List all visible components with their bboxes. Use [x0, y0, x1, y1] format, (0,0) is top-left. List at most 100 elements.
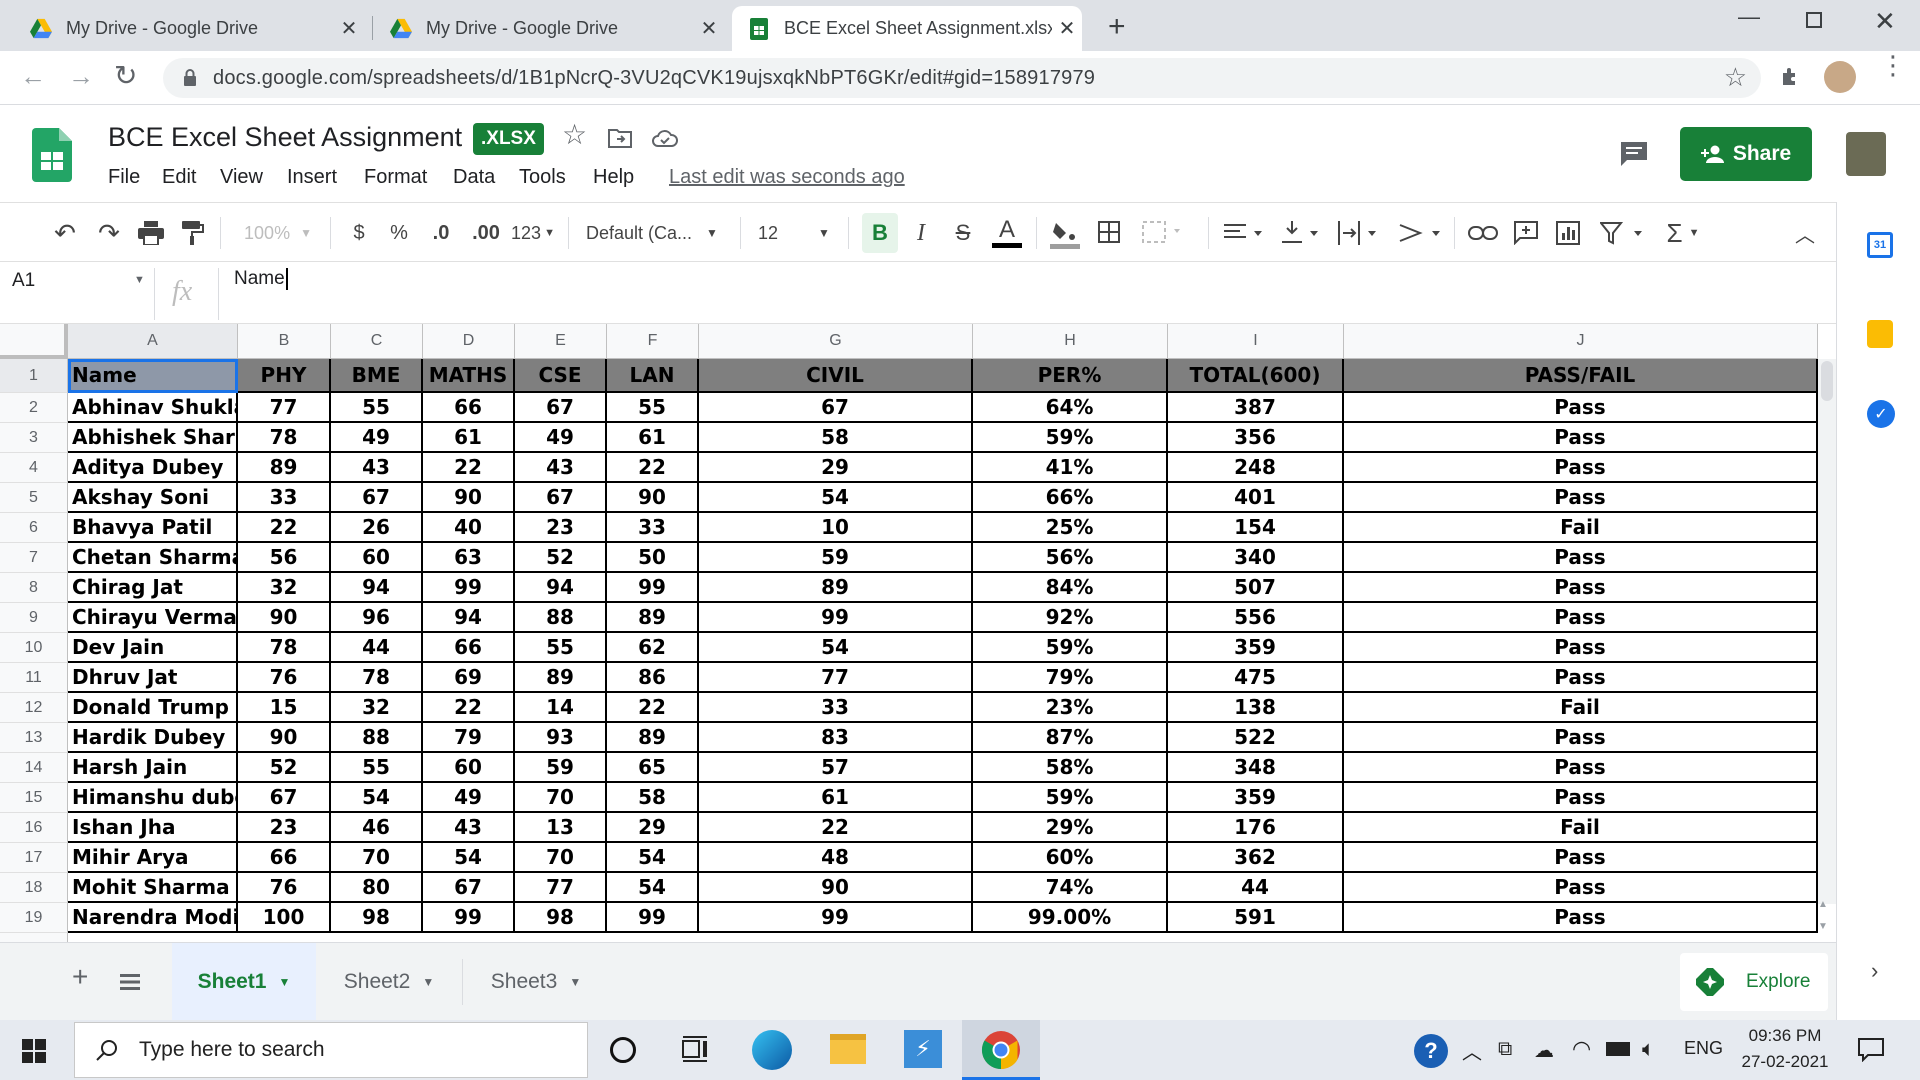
column-header-a[interactable]: A	[68, 324, 238, 359]
column-header-h[interactable]: H	[973, 324, 1168, 359]
table-cell[interactable]: 29	[699, 453, 973, 483]
zoom-select[interactable]: 100% ▼	[238, 203, 318, 263]
table-cell[interactable]: Pass	[1344, 903, 1818, 933]
table-cell[interactable]: 48	[699, 843, 973, 873]
chevron-down-icon[interactable]: ▼	[569, 975, 581, 989]
table-cell[interactable]: Fail	[1344, 693, 1818, 723]
table-cell[interactable]: 43	[331, 453, 423, 483]
table-cell[interactable]: 138	[1168, 693, 1344, 723]
close-icon[interactable]: ✕	[334, 16, 364, 41]
header-cell[interactable]: Name	[68, 359, 238, 393]
table-cell[interactable]: 55	[515, 633, 607, 663]
new-tab-icon[interactable]: +	[1108, 10, 1126, 44]
browser-tab-drive-2[interactable]: My Drive - Google Drive ✕	[374, 6, 724, 51]
insert-link-icon[interactable]	[1468, 225, 1498, 241]
redo-icon[interactable]: ↷	[92, 203, 126, 263]
table-cell[interactable]: 66	[238, 843, 331, 873]
table-cell[interactable]: 50	[607, 543, 699, 573]
cortana-icon[interactable]	[610, 1037, 636, 1063]
table-cell[interactable]: 66	[423, 393, 515, 423]
add-sheet-icon[interactable]: +	[72, 961, 88, 993]
table-cell[interactable]: 56%	[973, 543, 1168, 573]
table-cell[interactable]: 54	[699, 483, 973, 513]
taskbar-search[interactable]: Type here to search	[74, 1022, 588, 1078]
insert-comment-icon[interactable]	[1514, 221, 1538, 245]
app-icon[interactable]: ⚡	[904, 1030, 942, 1068]
all-sheets-icon[interactable]	[120, 973, 140, 991]
table-cell[interactable]: Narendra Modi	[68, 903, 238, 933]
table-cell[interactable]: 49	[515, 423, 607, 453]
chevron-up-icon[interactable]: ︿	[1462, 1036, 1482, 1065]
table-cell[interactable]: 23	[238, 813, 331, 843]
table-cell[interactable]: 65	[607, 753, 699, 783]
table-cell[interactable]: 362	[1168, 843, 1344, 873]
table-cell[interactable]: 62	[607, 633, 699, 663]
reload-icon[interactable]: ↻	[114, 59, 137, 92]
table-cell[interactable]: 43	[515, 453, 607, 483]
table-cell[interactable]: 55	[331, 753, 423, 783]
vertical-scroll-thumb[interactable]	[1821, 361, 1833, 401]
table-cell[interactable]: 33	[699, 693, 973, 723]
table-cell[interactable]: 41%	[973, 453, 1168, 483]
column-header-f[interactable]: F	[607, 324, 699, 359]
row-header[interactable]: 13	[0, 723, 68, 753]
merge-cells-icon[interactable]	[1142, 221, 1182, 243]
meet-now-icon[interactable]: ⧉	[1498, 1038, 1512, 1061]
table-cell[interactable]: 83	[699, 723, 973, 753]
row-header[interactable]	[0, 933, 68, 942]
table-cell[interactable]: 80	[331, 873, 423, 903]
currency-button[interactable]: $	[344, 203, 374, 263]
chevron-right-icon[interactable]: ›	[1871, 958, 1878, 984]
table-cell[interactable]: 33	[238, 483, 331, 513]
fill-color-icon[interactable]	[1050, 219, 1080, 249]
table-cell[interactable]: 10	[699, 513, 973, 543]
table-cell[interactable]: 55	[331, 393, 423, 423]
table-cell[interactable]: Pass	[1344, 483, 1818, 513]
help-icon[interactable]: ?	[1414, 1034, 1448, 1068]
table-cell[interactable]: 87%	[973, 723, 1168, 753]
table-cell[interactable]: 356	[1168, 423, 1344, 453]
borders-icon[interactable]	[1098, 221, 1120, 243]
sheet-tab-sheet3[interactable]: Sheet3 ▼	[466, 943, 606, 1021]
calendar-icon[interactable]: 31	[1867, 232, 1893, 258]
table-cell[interactable]: 591	[1168, 903, 1344, 933]
table-cell[interactable]: 99.00%	[973, 903, 1168, 933]
table-cell[interactable]: 57	[699, 753, 973, 783]
header-cell[interactable]: MATHS	[423, 359, 515, 393]
header-cell[interactable]: PER%	[973, 359, 1168, 393]
clock-time[interactable]: 09:36 PM	[1730, 1026, 1840, 1046]
table-cell[interactable]: 61	[423, 423, 515, 453]
column-header-e[interactable]: E	[515, 324, 607, 359]
text-color-button[interactable]: A	[988, 203, 1026, 263]
scroll-down-icon[interactable]: ▼	[1818, 921, 1828, 932]
menu-edit[interactable]: Edit	[162, 166, 196, 189]
table-cell[interactable]: 49	[423, 783, 515, 813]
close-icon[interactable]: ✕	[694, 16, 724, 41]
table-cell[interactable]: 44	[331, 633, 423, 663]
table-cell[interactable]: Chirayu Verma	[68, 603, 238, 633]
table-cell[interactable]: 67	[423, 873, 515, 903]
table-cell[interactable]: 61	[607, 423, 699, 453]
undo-icon[interactable]: ↶	[48, 203, 82, 263]
file-explorer-icon[interactable]	[830, 1034, 866, 1064]
row-header[interactable]: 11	[0, 663, 68, 693]
menu-insert[interactable]: Insert	[287, 166, 337, 189]
print-icon[interactable]	[138, 221, 164, 245]
bold-button[interactable]: B	[862, 213, 898, 253]
table-cell[interactable]: Pass	[1344, 543, 1818, 573]
row-header[interactable]: 18	[0, 873, 68, 903]
column-header-d[interactable]: D	[423, 324, 515, 359]
table-cell[interactable]: 77	[238, 393, 331, 423]
select-all-corner[interactable]	[0, 324, 68, 359]
forward-icon[interactable]: →	[68, 61, 94, 92]
table-cell[interactable]: 99	[607, 573, 699, 603]
table-cell[interactable]: 61	[699, 783, 973, 813]
row-header[interactable]: 19	[0, 903, 68, 933]
table-cell[interactable]: 59	[699, 543, 973, 573]
table-cell[interactable]: 93	[515, 723, 607, 753]
table-cell[interactable]: Harsh Jain	[68, 753, 238, 783]
table-cell[interactable]: 340	[1168, 543, 1344, 573]
text-wrap-icon[interactable]	[1338, 221, 1380, 245]
table-cell[interactable]: 67	[331, 483, 423, 513]
table-cell[interactable]: 86	[607, 663, 699, 693]
